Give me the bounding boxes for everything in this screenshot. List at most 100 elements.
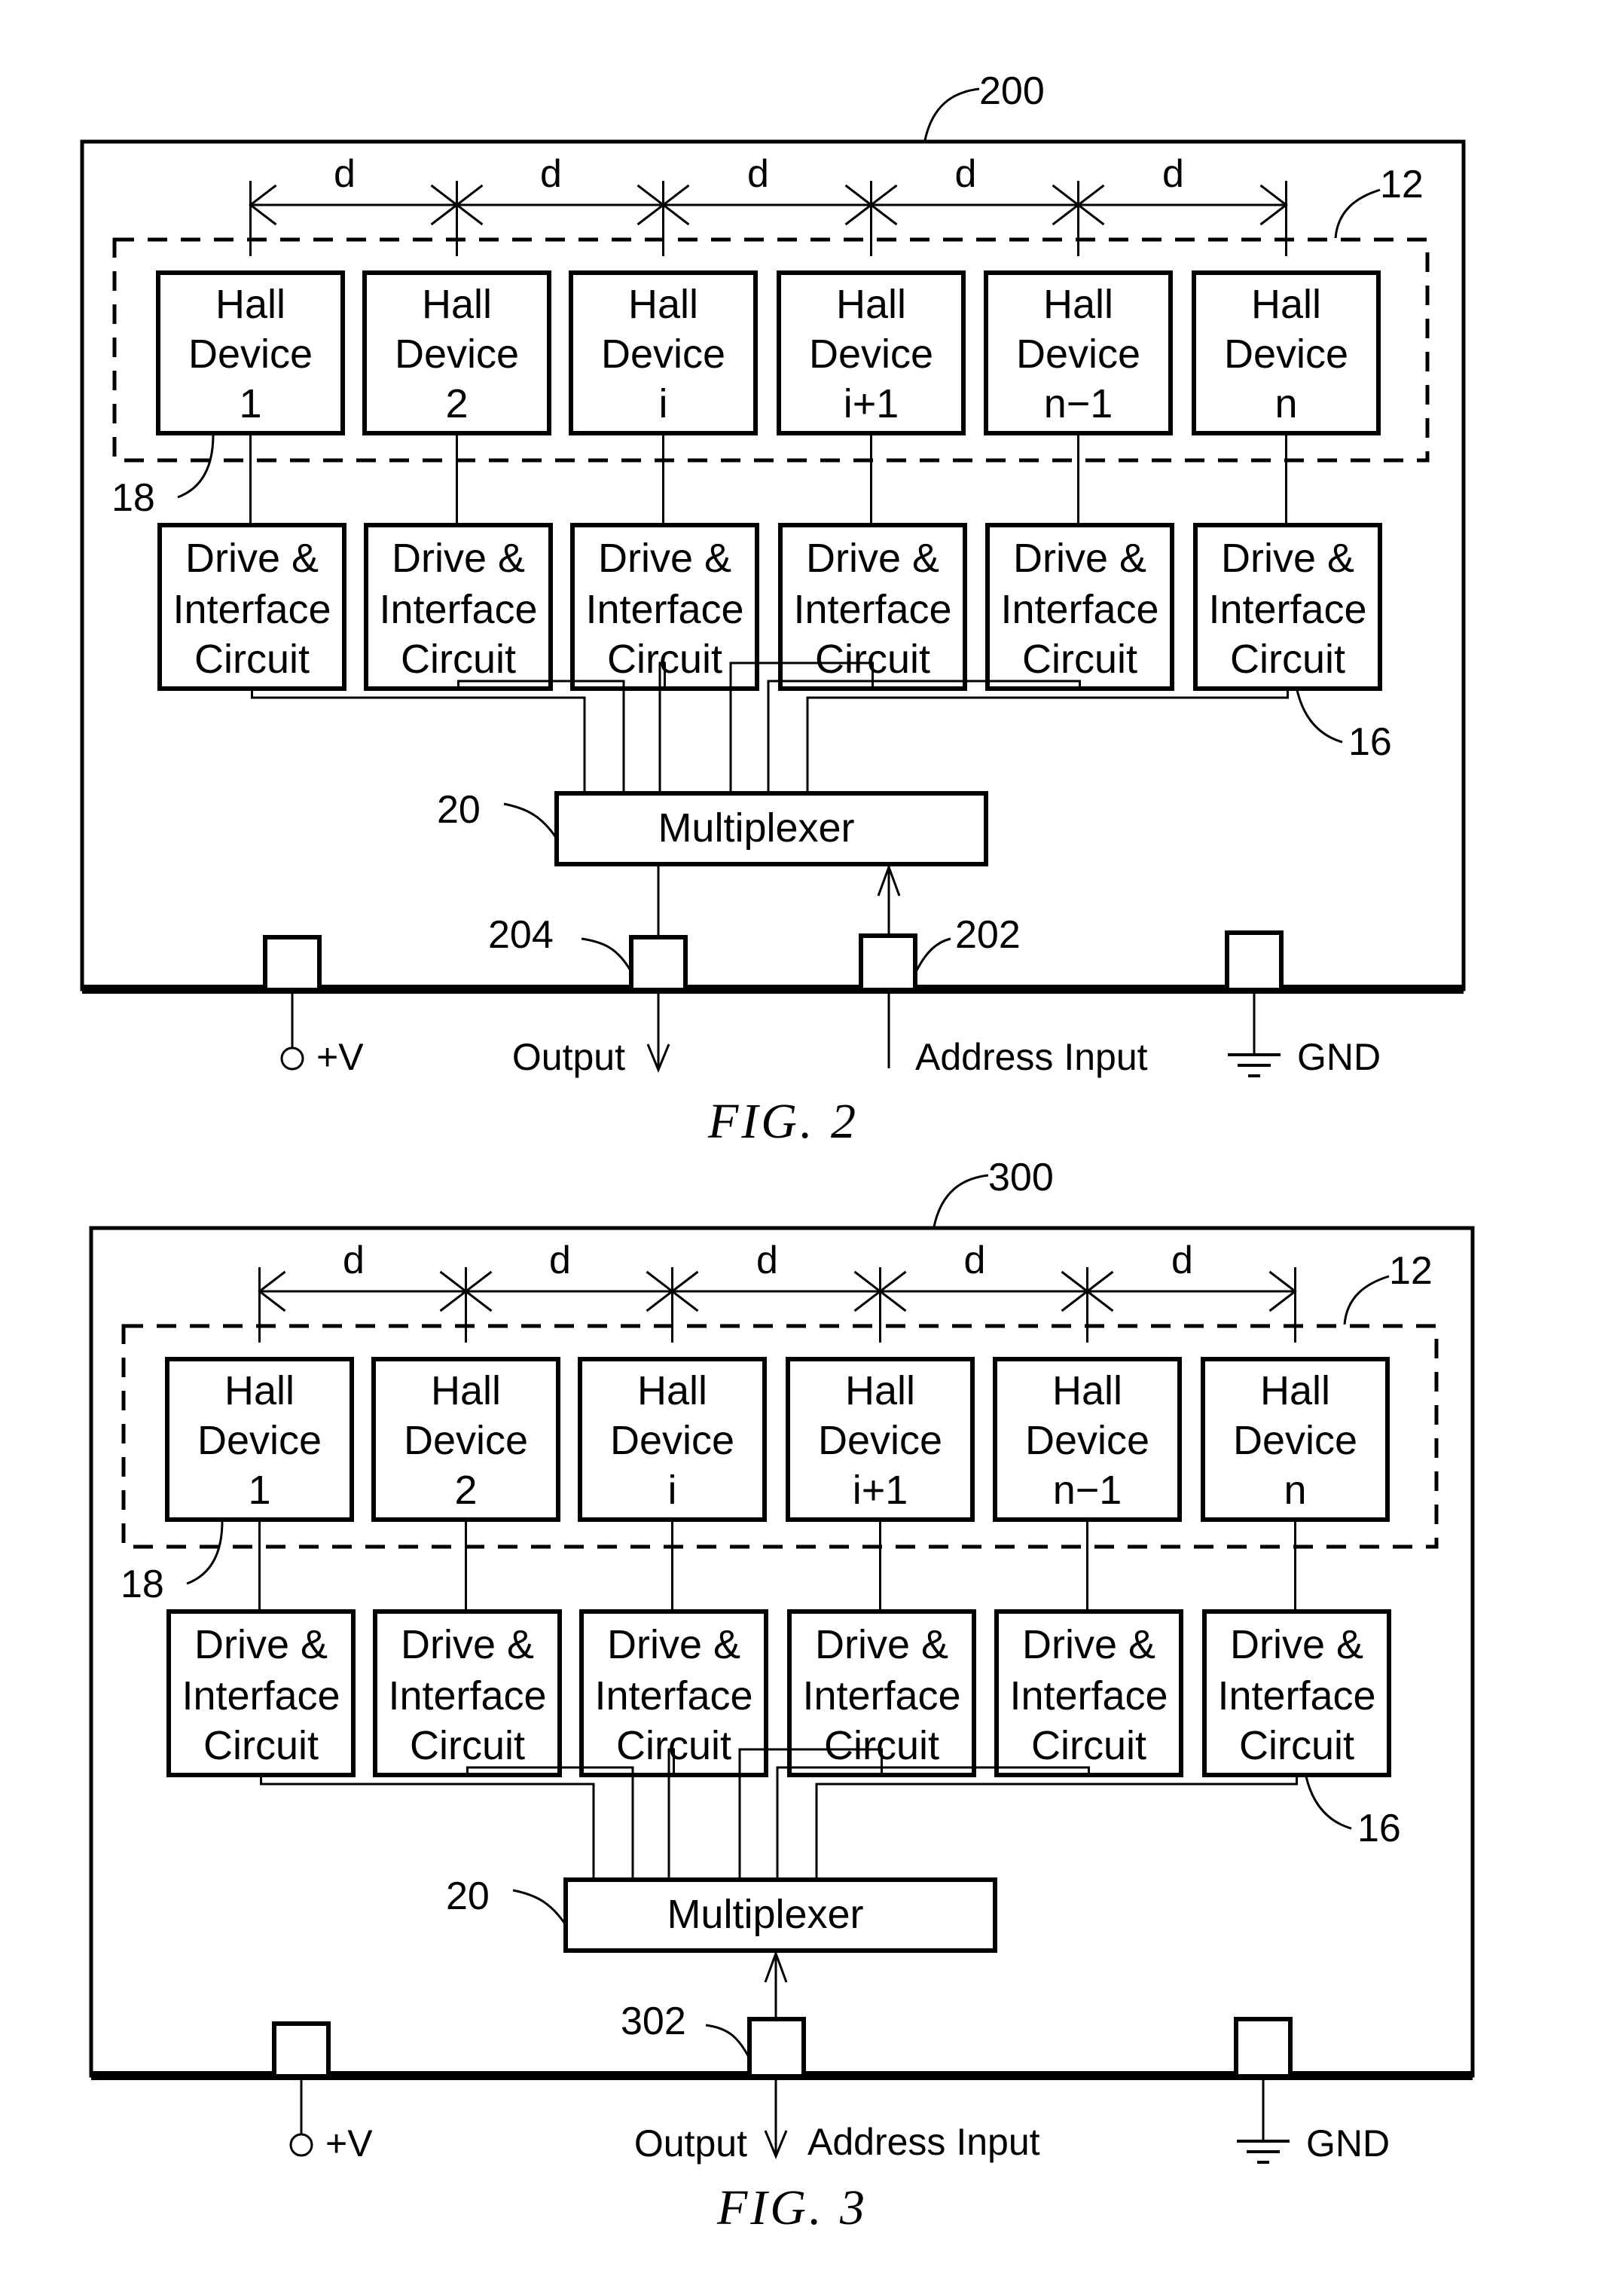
drive-circuit-label: Circuit bbox=[194, 637, 310, 682]
drive-to-mux-wire bbox=[260, 1775, 595, 1880]
multiplexer-label: Multiplexer bbox=[667, 1892, 863, 1937]
figure-caption: FIG. 2 bbox=[707, 1094, 859, 1149]
spacing-label: d bbox=[1171, 1239, 1193, 1282]
hall-device-1: HallDevice1 bbox=[165, 1357, 354, 1522]
drive-circuit-label: Drive & bbox=[806, 536, 939, 581]
ref-drive: 16 bbox=[1348, 720, 1392, 764]
hall-device-label: Device bbox=[809, 331, 933, 377]
drive-circuit-2: Drive & Interface Circuit bbox=[373, 1609, 562, 1777]
leader-address-pin bbox=[914, 937, 951, 973]
drive-circuit-6: Drive & Interface Circuit bbox=[1193, 523, 1382, 691]
drive-to-mux-wire bbox=[251, 689, 586, 793]
address-label: Address Input bbox=[915, 1036, 1148, 1078]
ref-hall: 18 bbox=[121, 1563, 164, 1606]
ref-array: 12 bbox=[1380, 163, 1424, 206]
drive-circuit-1: Drive & Interface Circuit bbox=[166, 1609, 356, 1777]
ref-chip: 200 bbox=[979, 69, 1045, 113]
drive-circuit-label: Interface bbox=[172, 587, 331, 632]
drive-circuit-label: Interface bbox=[793, 587, 951, 632]
spacing-label: d bbox=[756, 1239, 778, 1282]
power-terminal-icon bbox=[289, 2133, 313, 2157]
hall-device-label: Hall bbox=[1043, 282, 1113, 327]
drive-circuit-label: Drive & bbox=[598, 536, 731, 581]
hall-device-label: Device bbox=[395, 331, 519, 377]
hall-device-index: i bbox=[659, 381, 668, 426]
power-pin bbox=[263, 935, 322, 992]
leader-mux bbox=[512, 1889, 567, 1926]
drive-circuit-label: Interface bbox=[1217, 1673, 1375, 1718]
power-terminal-icon bbox=[280, 1046, 304, 1071]
hall-device-label: Device bbox=[197, 1418, 322, 1463]
drive-circuit-label: Interface bbox=[585, 587, 743, 632]
hall-device-index: i bbox=[668, 1468, 677, 1513]
hall-device-2: HallDevice2 bbox=[371, 1357, 560, 1522]
drive-circuit-label: Interface bbox=[802, 1673, 960, 1718]
hall-device-label: Device bbox=[188, 331, 313, 377]
drive-circuit-label: Drive & bbox=[1221, 536, 1354, 581]
hall-device-label: Hall bbox=[1260, 1368, 1330, 1413]
hall-device-label: Hall bbox=[224, 1368, 295, 1413]
hall-device-label: Device bbox=[404, 1418, 528, 1463]
ref-drive: 16 bbox=[1357, 1807, 1401, 1850]
drive-circuit-label: Circuit bbox=[203, 1723, 319, 1768]
hall-device-index: n bbox=[1284, 1468, 1306, 1513]
hall-device-1: HallDevice1 bbox=[156, 270, 345, 435]
hall-device-index: 1 bbox=[239, 381, 261, 426]
drive-circuit-label: Circuit bbox=[1230, 637, 1345, 682]
leader-hall bbox=[186, 1520, 224, 1585]
ref-array: 12 bbox=[1389, 1249, 1433, 1293]
hall-device-2: HallDevice2 bbox=[362, 270, 551, 435]
leader-array bbox=[1334, 188, 1381, 239]
hall-device-label: Hall bbox=[628, 282, 698, 327]
leader-chip bbox=[923, 87, 980, 141]
figure-3: 300 12 d d d d d Hall Device 1 Hall Device 2 Hall Devi… bbox=[89, 1156, 1475, 2235]
power-pin bbox=[272, 2021, 331, 2079]
drive-circuit-label: Drive & bbox=[815, 1622, 948, 1667]
hall-device-3: HallDevicei bbox=[569, 270, 758, 435]
hall-device-6: Hall Device n bbox=[1201, 1357, 1390, 1522]
hall-device-5: HallDevicen−1 bbox=[984, 270, 1173, 435]
hall-device-4: HallDevicei+1 bbox=[777, 270, 966, 435]
drive-circuit-label: Circuit bbox=[410, 1723, 525, 1768]
hall-device-3: HallDevicei bbox=[578, 1357, 767, 1522]
hall-device-label: Hall bbox=[1052, 1368, 1122, 1413]
multiplexer-label: Multiplexer bbox=[658, 805, 854, 851]
hall-device-label: Device bbox=[1025, 1418, 1149, 1463]
ground-pin bbox=[1234, 2017, 1293, 2079]
ref-mux: 20 bbox=[437, 788, 481, 832]
drive-circuit-5: Drive & Interface Circuit bbox=[985, 523, 1174, 691]
hall-device-label: Device bbox=[818, 1418, 942, 1463]
leader-hall bbox=[177, 434, 215, 499]
hall-device-label: Hall bbox=[215, 282, 285, 327]
drive-circuit-label: Drive & bbox=[185, 536, 319, 581]
spacing-label: d bbox=[1162, 152, 1184, 196]
drive-circuit-label: Interface bbox=[379, 587, 537, 632]
ref-hall: 18 bbox=[111, 476, 155, 520]
output-label: Output bbox=[512, 1036, 625, 1078]
ref-chip: 300 bbox=[988, 1156, 1054, 1199]
spacing-label: d bbox=[540, 152, 562, 196]
ground-label: GND bbox=[1297, 1036, 1381, 1078]
spacing-label: d bbox=[334, 152, 356, 196]
drive-circuit-2: Drive & Interface Circuit bbox=[364, 523, 553, 691]
hall-device-index: n bbox=[1274, 381, 1297, 426]
drive-circuit-label: Interface bbox=[182, 1673, 340, 1718]
leader-drive bbox=[1296, 689, 1343, 744]
leader-output-pin bbox=[581, 937, 633, 973]
hall-device-label: Device bbox=[1016, 331, 1140, 377]
drive-circuit-label: Drive & bbox=[607, 1622, 740, 1667]
address-label: Address Input bbox=[807, 2121, 1040, 2163]
hall-device-index: n−1 bbox=[1044, 381, 1113, 426]
ref-shared-pin: 302 bbox=[621, 2000, 686, 2043]
drive-circuit-1: Drive & Interface Circuit bbox=[157, 523, 346, 691]
drive-circuit-label: Interface bbox=[594, 1673, 752, 1718]
power-label: +V bbox=[316, 1036, 364, 1078]
hall-device-label: Hall bbox=[637, 1368, 707, 1413]
output-pin bbox=[629, 935, 688, 992]
figure-caption: FIG. 3 bbox=[716, 2180, 868, 2235]
drive-circuit-label: Drive & bbox=[401, 1622, 534, 1667]
shared-io-pin bbox=[747, 2017, 806, 2079]
spacing-label: d bbox=[964, 1239, 986, 1282]
address-pin bbox=[859, 933, 917, 992]
patent-drawing: 20012d d d d dHallDevice1HallDevice2HallDevi… bbox=[80, 69, 1475, 2235]
